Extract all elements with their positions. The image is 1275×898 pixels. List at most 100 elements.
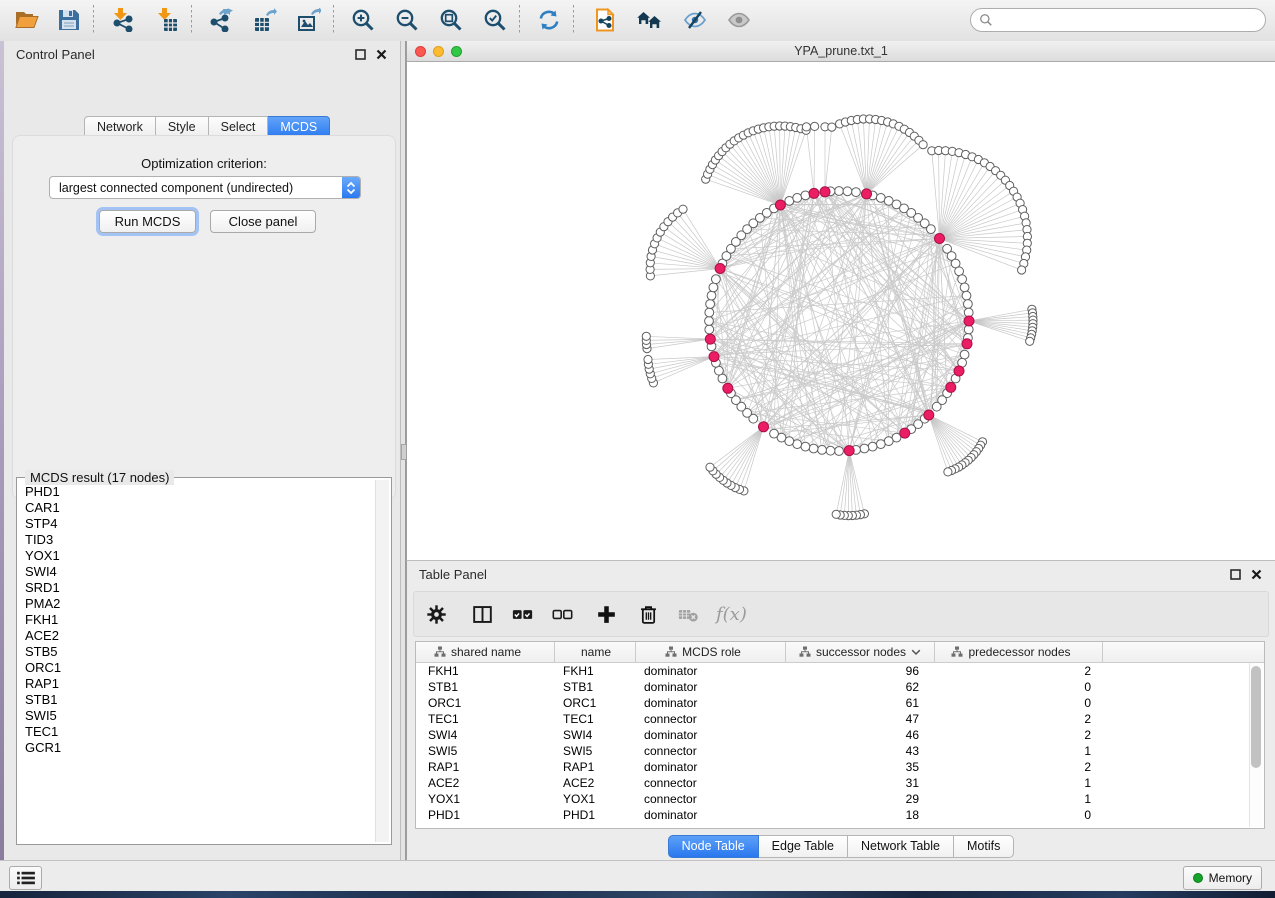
table-column-header[interactable]: name bbox=[555, 642, 636, 662]
table-column-header[interactable]: predecessor nodes bbox=[935, 642, 1103, 662]
mcds-node-item[interactable]: TID3 bbox=[19, 532, 374, 548]
table-type-tab[interactable]: Network Table bbox=[848, 835, 954, 858]
search-field[interactable] bbox=[970, 8, 1266, 32]
export-table-icon[interactable] bbox=[248, 6, 282, 34]
mcds-node-item[interactable]: SRD1 bbox=[19, 580, 374, 596]
mcds-node-item[interactable]: STB1 bbox=[19, 692, 374, 708]
table-type-tab[interactable]: Motifs bbox=[954, 835, 1014, 858]
table-type-tab[interactable]: Edge Table bbox=[759, 835, 848, 858]
zoom-fit-icon[interactable] bbox=[434, 6, 468, 34]
node-table: shared name name MCDS role successor nod… bbox=[415, 641, 1265, 829]
toolbar-separator bbox=[573, 5, 574, 35]
cell-successor-nodes: 29 bbox=[786, 792, 935, 806]
cell-successor-nodes: 46 bbox=[786, 728, 935, 742]
table-column-header[interactable]: MCDS role bbox=[636, 642, 786, 662]
mcds-node-item[interactable]: PMA2 bbox=[19, 596, 374, 612]
zoom-selected-icon[interactable] bbox=[478, 6, 512, 34]
memory-button[interactable]: Memory bbox=[1183, 866, 1262, 890]
table-column-header[interactable]: shared name bbox=[416, 642, 555, 662]
float-panel-icon[interactable] bbox=[353, 48, 367, 62]
mcds-node-item[interactable]: STP4 bbox=[19, 516, 374, 532]
cell-name: TEC1 bbox=[555, 712, 636, 726]
table-type-tab[interactable]: Node Table bbox=[668, 835, 759, 858]
shared-column-tree-icon bbox=[665, 646, 677, 658]
main-toolbar bbox=[0, 0, 1275, 42]
float-panel-icon[interactable] bbox=[1228, 568, 1242, 582]
node-table-header: shared name name MCDS role successor nod… bbox=[416, 642, 1264, 663]
column-header-label: successor nodes bbox=[816, 645, 906, 659]
table-scrollbar-thumb[interactable] bbox=[1251, 666, 1261, 768]
mcds-node-item[interactable]: GCR1 bbox=[19, 740, 374, 756]
home-views-icon[interactable] bbox=[632, 6, 666, 34]
table-scrollbar[interactable] bbox=[1249, 663, 1263, 827]
table-row[interactable]: STB1 STB1 dominator 62 0 bbox=[416, 679, 1264, 695]
network-graph[interactable] bbox=[407, 62, 1275, 559]
table-row[interactable]: SWI4 SWI4 dominator 46 2 bbox=[416, 727, 1264, 743]
cell-predecessor-nodes: 0 bbox=[935, 696, 1103, 710]
cell-mcds-role: connector bbox=[636, 744, 786, 758]
cell-predecessor-nodes: 1 bbox=[935, 744, 1103, 758]
show-eye-icon[interactable] bbox=[722, 6, 756, 34]
cell-name: PHD1 bbox=[555, 808, 636, 822]
table-column-header[interactable]: successor nodes bbox=[786, 642, 935, 662]
table-row[interactable]: TEC1 TEC1 connector 47 2 bbox=[416, 711, 1264, 727]
mcds-node-item[interactable]: YOX1 bbox=[19, 548, 374, 564]
refresh-layout-icon[interactable] bbox=[532, 6, 566, 34]
import-table-icon[interactable] bbox=[150, 6, 184, 34]
open-file-icon[interactable] bbox=[10, 6, 44, 34]
mcds-node-item[interactable]: TEC1 bbox=[19, 724, 374, 740]
cell-shared-name: RAP1 bbox=[416, 760, 555, 774]
table-settings-gear-icon[interactable] bbox=[418, 599, 454, 629]
hide-eye-icon[interactable] bbox=[678, 6, 712, 34]
show-column-panel-icon[interactable] bbox=[464, 599, 500, 629]
table-row[interactable]: YOX1 YOX1 connector 29 1 bbox=[416, 791, 1264, 807]
network-canvas[interactable] bbox=[407, 62, 1275, 559]
optimization-criterion-label: Optimization criterion: bbox=[13, 156, 395, 171]
export-image-icon[interactable] bbox=[292, 6, 326, 34]
select-all-columns-icon[interactable] bbox=[504, 599, 540, 629]
network-window-titlebar[interactable]: YPA_prune.txt_1 bbox=[407, 41, 1275, 62]
criterion-dropdown[interactable]: largest connected component (undirected) bbox=[49, 176, 361, 199]
close-panel-button[interactable]: Close panel bbox=[210, 210, 316, 233]
table-row[interactable]: FKH1 FKH1 dominator 96 2 bbox=[416, 663, 1264, 679]
close-panel-icon[interactable] bbox=[374, 48, 388, 62]
network-document-icon[interactable] bbox=[588, 6, 622, 34]
create-column-plus-icon[interactable] bbox=[588, 599, 624, 629]
run-mcds-button[interactable]: Run MCDS bbox=[99, 210, 196, 233]
table-row[interactable]: ACE2 ACE2 connector 31 1 bbox=[416, 775, 1264, 791]
mcds-node-item[interactable]: PHD1 bbox=[19, 484, 374, 500]
mcds-node-item[interactable]: ORC1 bbox=[19, 660, 374, 676]
cell-name: ACE2 bbox=[555, 776, 636, 790]
table-row[interactable]: RAP1 RAP1 dominator 35 2 bbox=[416, 759, 1264, 775]
dropdown-stepper-icon bbox=[342, 177, 360, 198]
network-view-window: YPA_prune.txt_1 bbox=[406, 41, 1275, 560]
criterion-dropdown-value: largest connected component (undirected) bbox=[50, 181, 342, 195]
unselect-all-columns-icon[interactable] bbox=[544, 599, 580, 629]
task-history-button[interactable] bbox=[9, 866, 42, 890]
search-input[interactable] bbox=[999, 12, 1257, 28]
mcds-node-item[interactable]: ACE2 bbox=[19, 628, 374, 644]
mcds-node-item[interactable]: SWI5 bbox=[19, 708, 374, 724]
mcds-list-scrollbar[interactable] bbox=[375, 480, 389, 842]
cell-shared-name: ORC1 bbox=[416, 696, 555, 710]
close-panel-icon[interactable] bbox=[1249, 568, 1263, 582]
zoom-out-icon[interactable] bbox=[390, 6, 424, 34]
table-row[interactable]: SWI5 SWI5 connector 43 1 bbox=[416, 743, 1264, 759]
import-network-icon[interactable] bbox=[106, 6, 140, 34]
delete-column-trash-icon[interactable] bbox=[630, 599, 666, 629]
save-session-icon[interactable] bbox=[52, 6, 86, 34]
mcds-node-item[interactable]: SWI4 bbox=[19, 564, 374, 580]
table-row[interactable]: PHD1 PHD1 dominator 18 0 bbox=[416, 807, 1264, 823]
shared-column-tree-icon bbox=[951, 646, 963, 658]
cell-successor-nodes: 61 bbox=[786, 696, 935, 710]
mcds-node-item[interactable]: RAP1 bbox=[19, 676, 374, 692]
cell-successor-nodes: 43 bbox=[786, 744, 935, 758]
mcds-node-item[interactable]: STB5 bbox=[19, 644, 374, 660]
mcds-node-item[interactable]: FKH1 bbox=[19, 612, 374, 628]
table-row[interactable]: ORC1 ORC1 dominator 61 0 bbox=[416, 695, 1264, 711]
mcds-node-item[interactable]: CAR1 bbox=[19, 500, 374, 516]
memory-status-icon bbox=[1193, 873, 1203, 883]
export-network-icon[interactable] bbox=[204, 6, 238, 34]
mcds-result-legend: MCDS result (17 nodes) bbox=[25, 470, 174, 485]
zoom-in-icon[interactable] bbox=[346, 6, 380, 34]
